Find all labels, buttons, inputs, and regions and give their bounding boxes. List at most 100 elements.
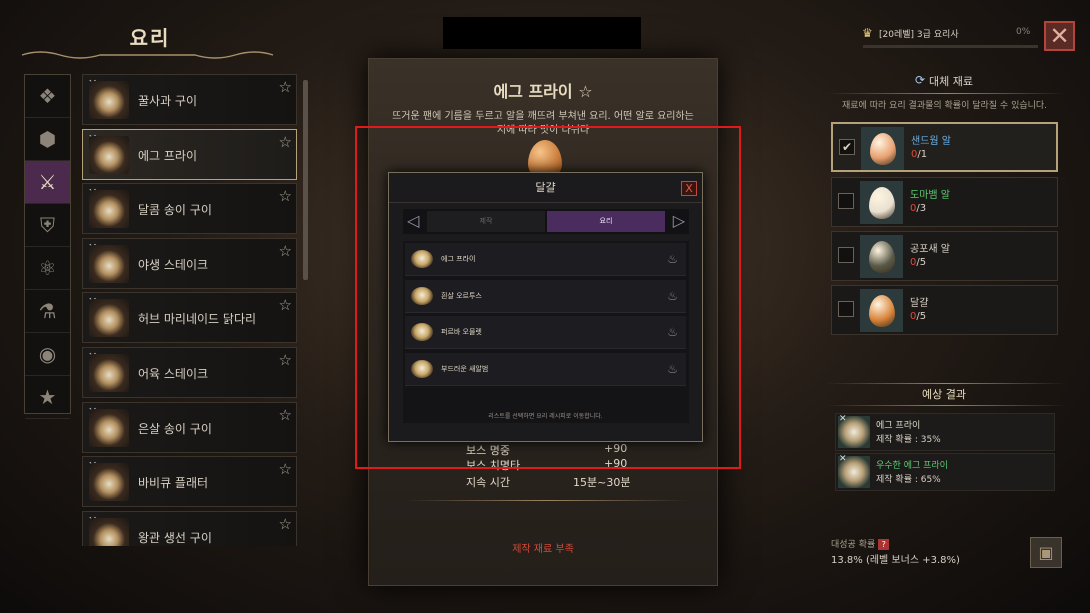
material-needed: /5 (916, 311, 927, 322)
favorite-star-icon[interactable]: ☆ (279, 296, 292, 314)
window-title: 요리 (129, 26, 171, 50)
help-icon[interactable]: ? (878, 539, 890, 550)
chef-level-label: [20레벨] 3급 요리사 (879, 30, 959, 40)
food-thumbnail (89, 244, 129, 283)
stat-label: 지속 시간 (466, 476, 510, 489)
material-name: 달걀 (910, 298, 929, 309)
favorite-star-icon[interactable]: ☆ (279, 187, 292, 205)
material-needed: /5 (916, 257, 927, 268)
recipe-item[interactable]: ✕에그 프라이☆ (82, 128, 297, 180)
category-tab[interactable]: ⚔ (25, 161, 70, 204)
great-success-text: 대성공 확률 (831, 540, 876, 550)
alt-material-item[interactable]: 달걀 0/5 (831, 285, 1058, 335)
recipe-title: 에그 프라이 ☆ (493, 82, 593, 101)
title-ornament (21, 51, 274, 59)
swap-icon: ⟳ (915, 73, 926, 87)
favorite-star-icon[interactable]: ☆ (279, 242, 292, 260)
great-success-label: 대성공 확률? (831, 537, 890, 550)
atom-icon: ⚛ (38, 256, 57, 280)
recipe-item[interactable]: ✕왕관 생선 구이☆ (82, 510, 297, 546)
material-name: 공포새 알 (910, 244, 950, 255)
expected-result-item: ✕ 우수한 에그 프라이 제작 확률 : 65% (835, 453, 1055, 491)
recipe-list-scrollbar[interactable] (303, 80, 308, 280)
alt-material-item[interactable]: 도마뱀 알 0/3 (831, 177, 1058, 227)
egg-icon (869, 132, 896, 165)
bag-button[interactable]: ▣ (1030, 537, 1062, 568)
recipe-list: ✕꿀사과 구이☆✕에그 프라이☆✕달콤 송이 구이☆✕야생 스테이크☆✕허브 마… (82, 74, 298, 546)
favorite-star-icon[interactable]: ☆ (279, 515, 292, 533)
highlight-box (355, 126, 741, 469)
food-thumbnail (89, 463, 129, 502)
category-tab[interactable]: ⚛ (25, 247, 70, 290)
recipe-name: 야생 스테이크 (138, 257, 209, 272)
recipe-item[interactable]: ✕야생 스테이크☆ (82, 237, 297, 289)
alt-material-title: 대체 재료 (929, 75, 973, 88)
material-checkbox[interactable] (838, 193, 854, 209)
food-thumbnail (89, 408, 129, 447)
coins-icon: ◉ (38, 342, 57, 366)
armor-icon: ⛨ (40, 213, 55, 237)
close-button[interactable]: ✕ (1044, 21, 1075, 51)
category-tab[interactable]: ❖ (25, 75, 70, 118)
alt-material-item[interactable]: ✔ 샌드웜 알 0/1 (831, 122, 1058, 172)
food-thumbnail (89, 190, 129, 229)
food-thumbnail (89, 517, 129, 546)
material-checkbox[interactable]: ✔ (839, 139, 855, 155)
category-tab[interactable]: ◉ (25, 333, 70, 376)
redacted-area (443, 17, 641, 49)
expected-result-title: 예상 결과 (922, 388, 966, 401)
material-thumbnail (861, 127, 904, 170)
recipe-name: 허브 마리네이드 닭다리 (138, 312, 257, 327)
stats-divider (405, 500, 688, 501)
favorite-star-icon[interactable]: ☆ (279, 351, 292, 369)
alt-material-desc: 재료에 따라 요리 결과물의 확률이 달라질 수 있습니다. (842, 101, 1048, 111)
material-checkbox[interactable] (838, 301, 854, 317)
result-probability: 제작 확률 : 35% (876, 435, 941, 445)
stat-value: 15분~30분 (573, 476, 631, 489)
food-thumbnail (89, 81, 129, 119)
recipe-name: 어육 스테이크 (138, 366, 209, 381)
recipe-item[interactable]: ✕꿀사과 구이☆ (82, 74, 297, 125)
expected-divider-bottom (826, 405, 1066, 406)
recipe-item[interactable]: ✕바비큐 플래터☆ (82, 456, 297, 508)
alt-material-item[interactable]: 공포새 알 0/5 (831, 231, 1058, 281)
recipe-item[interactable]: ✕허브 마리네이드 닭다리☆ (82, 292, 297, 344)
great-success-value: 13.8% (레벨 보너스 +3.8%) (831, 555, 960, 566)
favorite-star-icon[interactable]: ☆ (279, 406, 292, 424)
material-needed: /1 (917, 149, 928, 160)
category-tab[interactable]: ⬢ (25, 118, 70, 161)
recipe-item[interactable]: ✕은살 송이 구이☆ (82, 401, 297, 453)
chef-level-percent: 0% (1016, 27, 1031, 37)
material-quantity: 0/5 (910, 311, 926, 322)
favorite-star-icon[interactable]: ☆ (279, 78, 292, 96)
food-thumbnail (89, 135, 129, 174)
recipe-item[interactable]: ✕달콤 송이 구이☆ (82, 183, 297, 235)
cube-icon: ⬢ (38, 127, 57, 151)
category-sidebar: ❖ ⬢ ⚔ ⛨ ⚛ ⚗ ◉ ★ (24, 74, 71, 419)
favorite-star-icon[interactable]: ☆ (279, 460, 292, 478)
recipe-item[interactable]: ✕어육 스테이크☆ (82, 346, 297, 398)
favorite-star-icon[interactable]: ☆ (279, 133, 292, 151)
egg-icon (868, 186, 895, 219)
material-shortage-text: 제작 재료 부족 (512, 544, 574, 555)
flask-icon: ⚗ (38, 299, 57, 323)
material-needed: /3 (916, 203, 927, 214)
crossed-swords-icon: ⚔ (38, 170, 57, 194)
material-name: 도마뱀 알 (910, 190, 950, 201)
recipe-name: 꿀사과 구이 (138, 94, 198, 108)
result-name: 우수한 에그 프라이 (876, 461, 948, 471)
remove-icon: ✕ (839, 454, 847, 464)
material-checkbox[interactable] (838, 247, 854, 263)
category-tab[interactable]: ⚗ (25, 290, 70, 333)
food-thumbnail (89, 299, 129, 338)
recipe-name: 은살 송이 구이 (138, 421, 212, 436)
material-thumbnail (860, 235, 903, 278)
material-thumbnail (860, 289, 903, 332)
category-tab[interactable]: ⛨ (25, 204, 70, 247)
expected-divider-top (826, 383, 1066, 384)
category-tab[interactable]: ★ (25, 376, 70, 419)
material-quantity: 0/5 (910, 257, 926, 268)
expected-result-item: ✕ 에그 프라이 제작 확률 : 35% (835, 413, 1055, 451)
chef-hat-icon: ♛ (862, 26, 873, 40)
remove-icon: ✕ (839, 414, 847, 424)
